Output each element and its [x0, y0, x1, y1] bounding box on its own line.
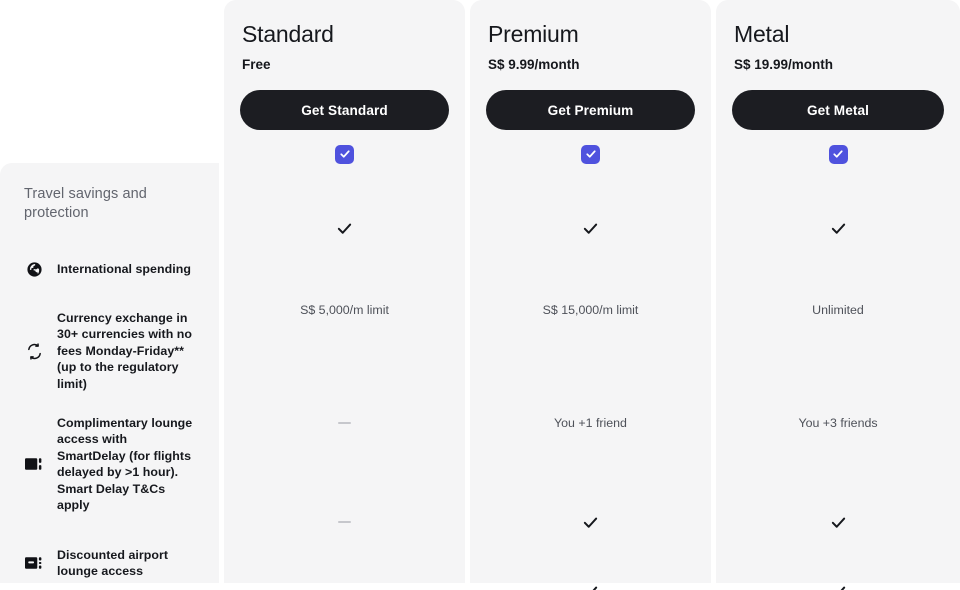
get-standard-button[interactable]: Get Standard: [240, 90, 449, 130]
value-cell: S$ 5,000/m limit: [240, 258, 449, 362]
pricing-comparison-screen: Travel savings and protection Internatio…: [0, 0, 960, 590]
plan-value-cells: S$ 5,000/m limit: [240, 198, 449, 590]
not-included-dash-icon: [338, 421, 351, 425]
feature-row-complimentary-lounge: Complimentary lounge access with SmartDe…: [18, 403, 201, 525]
value-cell: [240, 198, 449, 258]
value-cell: [732, 198, 944, 258]
value-cell: You +3 friends: [732, 362, 944, 484]
check-icon: [339, 150, 350, 158]
value-text: S$ 15,000/m limit: [542, 303, 639, 317]
get-premium-button[interactable]: Get Premium: [486, 90, 695, 130]
plan-value-cells: S$ 15,000/m limit You +1 friend: [486, 198, 695, 590]
check-icon: [831, 517, 845, 528]
plan-value-cells: Unlimited You +3 friends: [732, 198, 944, 590]
value-text: Unlimited: [812, 303, 864, 317]
plan-comparison-table: Travel savings and protection Internatio…: [0, 0, 960, 590]
plan-column-premium: Premium S$ 9.99/month Get Premium S$ 15,…: [470, 0, 711, 590]
not-included-dash-icon: [338, 520, 351, 524]
check-icon: [583, 223, 598, 234]
feature-label: Currency exchange in 30+ currencies with…: [57, 310, 193, 391]
value-cell: [486, 560, 695, 590]
value-cell: You +1 friend: [486, 362, 695, 484]
value-cell: Unlimited: [732, 258, 944, 362]
value-cell: [732, 560, 944, 590]
value-text: You +1 friend: [554, 416, 627, 430]
value-cell: S$ 15,000/m limit: [486, 258, 695, 362]
feature-label: Discounted airport lounge access: [57, 547, 169, 579]
check-icon: [833, 150, 843, 158]
feature-row-currency-exchange: Currency exchange in 30+ currencies with…: [18, 299, 201, 403]
check-icon: [337, 223, 352, 234]
plan-name: Standard: [242, 21, 334, 47]
plan-column-standard: Standard Free Get Standard S$ 5,000/m li…: [224, 0, 465, 590]
plan-name: Metal: [734, 21, 790, 47]
get-metal-button[interactable]: Get Metal: [732, 90, 944, 130]
check-icon: [583, 517, 598, 528]
check-icon: [592, 586, 598, 590]
plan-select-checkbox-wrap: [732, 130, 944, 178]
value-cell: [486, 484, 695, 560]
lounge-discount-icon: [24, 553, 44, 573]
lounge-icon: [24, 454, 44, 474]
value-text: You +3 friends: [798, 416, 878, 430]
plan-header: Premium S$ 9.99/month Get Premium: [486, 0, 695, 178]
plan-select-checkbox-wrap: [486, 130, 695, 178]
value-cell: [240, 362, 449, 484]
feature-list-column: Travel savings and protection Internatio…: [0, 163, 219, 583]
plan-name: Premium: [488, 21, 579, 47]
plan-price: S$ 19.99/month: [734, 57, 834, 72]
value-cell: [240, 484, 449, 560]
plan-header: Standard Free Get Standard: [240, 0, 449, 178]
value-cell: [486, 198, 695, 258]
feature-section-title: Travel savings and protection: [24, 186, 147, 221]
value-text: S$ 5,000/m limit: [300, 303, 389, 317]
plan-select-checkbox[interactable]: [335, 144, 354, 164]
currency-exchange-icon: [24, 341, 44, 361]
plan-price: S$ 9.99/month: [488, 57, 580, 72]
plan-select-checkbox[interactable]: [828, 144, 848, 164]
check-icon: [831, 223, 845, 234]
feature-row-discounted-lounge: Discounted airport lounge access: [18, 525, 201, 590]
check-icon: [839, 586, 845, 590]
globe-icon: [24, 259, 44, 279]
plan-header: Metal S$ 19.99/month Get Metal: [732, 0, 944, 178]
value-cell: [732, 484, 944, 560]
value-cell: [240, 560, 449, 590]
check-icon: [585, 150, 596, 158]
feature-label: International spending: [57, 261, 191, 276]
plan-price: Free: [242, 57, 271, 72]
feature-label: Complimentary lounge access with SmartDe…: [57, 415, 193, 513]
feature-row-international-spending: International spending: [18, 239, 201, 299]
plan-select-checkbox-wrap: [240, 130, 449, 178]
plan-select-checkbox[interactable]: [581, 144, 600, 164]
plan-column-metal: Metal S$ 19.99/month Get Metal Unlimited…: [716, 0, 960, 590]
